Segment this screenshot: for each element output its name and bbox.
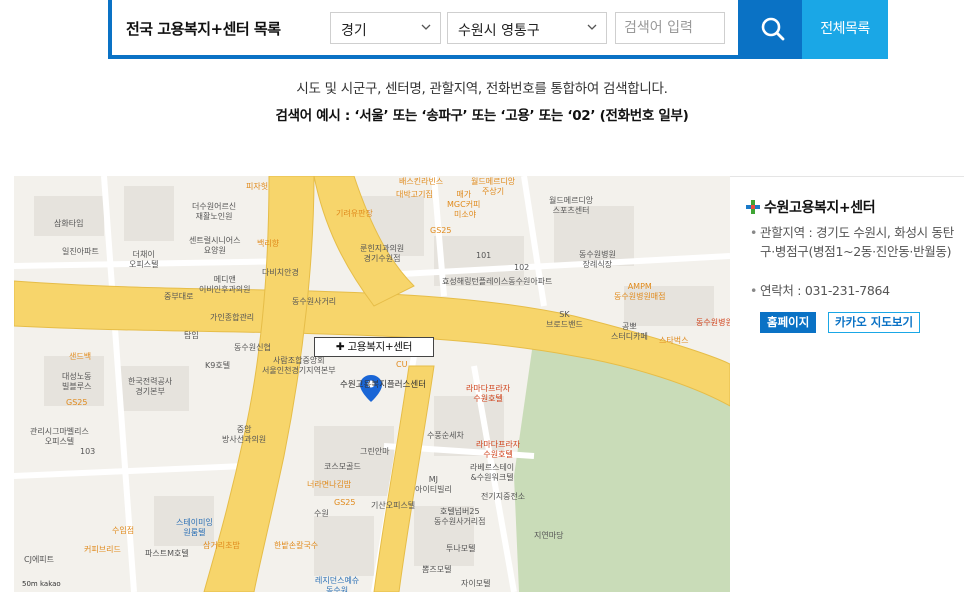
map-label: 스타벅스 — [659, 336, 689, 345]
map-label: 룬힌지과의원 경기수원점 — [360, 244, 405, 263]
map-label: 동수원사거리 — [292, 297, 337, 306]
map-view[interactable]: 피자헛 배스킨라빈스 월드메르디앙 주상기 대박고기집 매가 MGC커피 미소야 월… — [14, 176, 730, 592]
map-label: 동수원신협 — [234, 343, 271, 352]
map-label: 102 — [514, 263, 530, 272]
map-label: SK 브로드밴드 — [546, 310, 583, 329]
center-area: 관할지역 : 경기도 수원시, 화성시 동탄구·병점구(병점1~2동·진안동·반… — [750, 223, 956, 261]
map-info-window[interactable]: ✚ 고용복지+센터 — [314, 337, 434, 357]
map-label: 중앙 방사선과의원 — [222, 425, 267, 444]
chevron-down-icon — [587, 24, 597, 30]
map-label: 피자헛 — [246, 182, 269, 191]
map-label: GS25 — [430, 226, 452, 235]
search-input[interactable] — [615, 12, 725, 44]
map-label: 수입점 — [112, 526, 135, 535]
map-label: 매가 MGC커피 — [447, 190, 481, 209]
map-label: 라베르스테이 &수원워크텔 — [470, 463, 515, 482]
map-label: 투나모텔 — [446, 544, 476, 553]
map-label: 자이모텔 — [461, 579, 491, 588]
map-label: 일진아파트 — [62, 247, 99, 256]
chevron-down-icon — [421, 24, 431, 30]
map-label: 더수원어르신 재활노인원 — [192, 202, 237, 221]
center-name: 수원고용복지+센터 — [746, 197, 876, 217]
map-label: GS25 — [66, 398, 88, 407]
map-label: 한국전력공사 경기본부 — [128, 377, 173, 396]
search-description: 시도 및 시군구, 센터명, 관할지역, 전화번호를 통합하여 검색합니다. — [296, 81, 668, 97]
map-label: CU — [396, 360, 408, 369]
search-example: 검색어 예시 : ‘서울’ 또는 ‘송파구’ 또는 ‘고용’ 또는 ‘02’ (… — [275, 108, 689, 124]
map-label: 월드메르디앙 스포츠센터 — [549, 196, 594, 215]
map-label: CJ에피트 — [24, 555, 55, 564]
map-label: 동수원병원 장례식장 — [579, 250, 616, 269]
scale-value: 50m — [22, 580, 38, 588]
map-label: 수원 — [314, 509, 329, 518]
map-label: 다비치안경 — [262, 268, 299, 277]
map-label: 101 — [476, 251, 492, 260]
map-label: 스테이미잉 원룸텔 — [176, 518, 213, 537]
map-label: MJ 아이티빌리 — [415, 475, 452, 494]
map-label: 배스킨라빈스 — [399, 177, 444, 186]
map-scale: 50m kakao — [22, 580, 61, 588]
map-label: 커피브리드 — [84, 545, 121, 554]
map-label: 동수원병원 — [696, 318, 730, 327]
homepage-button[interactable]: 홈페이지 — [760, 312, 817, 333]
search-bar: 전국 고용복지+센터 목록 경기 수원시 영통구 전체목록 — [108, 0, 888, 59]
map-label: 뽐즈모텔 — [422, 565, 452, 574]
search-button[interactable] — [742, 0, 803, 59]
region-select[interactable]: 경기 — [330, 12, 441, 44]
map-label: 103 — [80, 447, 96, 456]
map-label: 코스모골드 — [324, 462, 361, 471]
map-label: 중부대로 — [164, 292, 194, 301]
map-label: 레지던스예슈 동수원 — [315, 576, 360, 592]
map-label: 삼화타임 — [54, 219, 84, 228]
search-title: 전국 고용복지+센터 목록 — [126, 20, 281, 38]
center-info-panel: 수원고용복지+센터 관할지역 : 경기도 수원시, 화성시 동탄구·병점구(병점… — [730, 176, 964, 593]
map-label: 한밭손칼국수 — [274, 541, 319, 550]
map-label: 수풍순세차 — [427, 431, 464, 440]
cross-logo-icon — [746, 200, 760, 214]
map-label: AMPM 동수원병원매점 — [614, 282, 666, 301]
map-label: 삼거리초밥 — [203, 541, 240, 550]
kakao-logo: kakao — [39, 580, 61, 588]
map-label: 더채이 오피스텔 — [129, 250, 159, 269]
map-label: 사람조합중앙회 서울인천경기지역본부 — [262, 356, 336, 375]
city-select-value: 수원시 영통구 — [458, 23, 540, 39]
map-label: 호텔넘버25 동수원사거리점 — [434, 507, 486, 526]
map-label: 샌드백 — [69, 352, 92, 361]
map-label: 그린안마 — [360, 447, 390, 456]
city-select[interactable]: 수원시 영통구 — [447, 12, 607, 44]
map-label: 대박고기집 — [396, 190, 433, 199]
marker-label: 수원고용복지플러스센터 — [340, 380, 427, 390]
cross-logo-icon: ✚ — [335, 341, 345, 353]
map-label: 공뽀 스터디카페 — [611, 322, 648, 341]
map-label: 대성노동 빌블루스 — [62, 372, 92, 391]
map-label: 센트럴시니어스 요양원 — [189, 236, 241, 255]
kakao-map-button[interactable]: 카카오 지도보기 — [828, 312, 921, 333]
all-list-button[interactable]: 전체목록 — [802, 0, 888, 59]
center-name-text: 수원고용복지+센터 — [764, 200, 876, 216]
map-label: 라마다프라자 수원호텔 — [476, 440, 521, 459]
map-label: 메디앤 이비인후과의원 — [199, 275, 251, 294]
map-label: 파스트M호텔 — [145, 549, 189, 558]
map-label: K9호텔 — [205, 361, 231, 370]
map-label: 효성해링턴플레이스동수원아파트 — [442, 277, 553, 286]
map-label: 가인종합관리 — [210, 313, 255, 322]
map-label: 지연마당 — [534, 531, 564, 540]
map-label: 미소야 — [454, 210, 477, 219]
map-label: 기산오피스텔 — [371, 501, 416, 510]
center-phone: 연락처 : 031-231-7864 — [750, 281, 956, 300]
map-label: GS25 — [334, 498, 356, 507]
map-label: 관리시그마벨리스 오피스텔 — [30, 427, 89, 446]
info-window-label: 고용복지+센터 — [347, 341, 413, 353]
map-label: 너라면나김밥 — [307, 480, 352, 489]
map-label: 백리향 — [257, 239, 280, 248]
map-label: 전기지중전소 — [481, 492, 526, 501]
search-icon — [761, 17, 785, 41]
map-label: 탑임 — [184, 331, 199, 340]
region-select-value: 경기 — [341, 23, 367, 39]
map-label: 기려유판장 — [336, 209, 373, 218]
map-label: 라마다프라자 수원호텔 — [466, 384, 511, 403]
